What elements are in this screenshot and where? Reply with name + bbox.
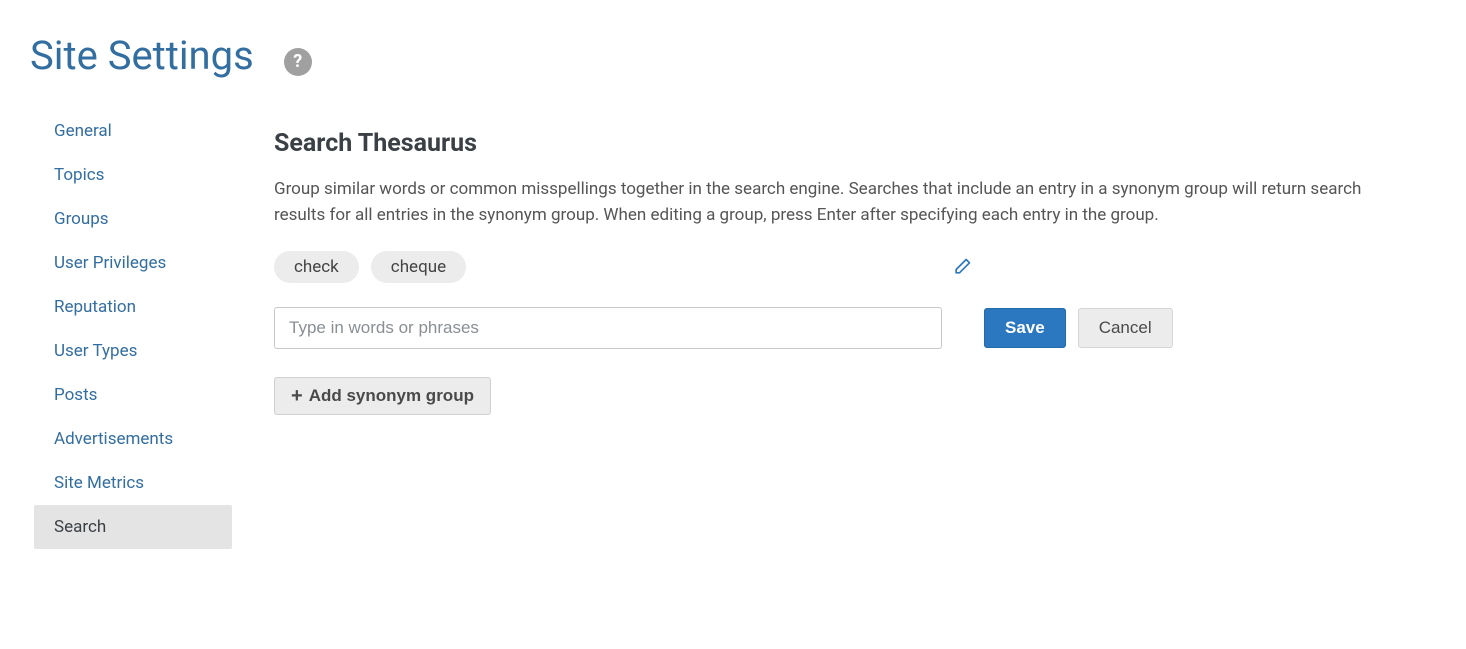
sidebar-item-reputation[interactable]: Reputation — [34, 285, 232, 329]
synonym-input[interactable] — [274, 307, 942, 349]
cancel-button[interactable]: Cancel — [1078, 308, 1173, 348]
edit-icon[interactable] — [952, 257, 972, 277]
sidebar-item-topics[interactable]: Topics — [34, 153, 232, 197]
plus-icon: + — [291, 386, 303, 406]
page-title: Site Settings — [30, 32, 254, 79]
synonym-group-row: check cheque — [274, 251, 1392, 283]
main-content: Search Thesaurus Group similar words or … — [232, 109, 1392, 415]
add-synonym-group-button[interactable]: + Add synonym group — [274, 377, 491, 415]
sidebar-item-posts[interactable]: Posts — [34, 373, 232, 417]
section-title: Search Thesaurus — [274, 129, 1392, 158]
settings-sidebar: General Topics Groups User Privileges Re… — [34, 109, 232, 549]
sidebar-item-user-types[interactable]: User Types — [34, 329, 232, 373]
sidebar-item-advertisements[interactable]: Advertisements — [34, 417, 232, 461]
sidebar-item-general[interactable]: General — [34, 109, 232, 153]
synonym-chip: cheque — [371, 251, 466, 283]
synonym-input-row: Save Cancel — [274, 307, 1392, 349]
section-description: Group similar words or common misspellin… — [274, 176, 1392, 229]
sidebar-item-site-metrics[interactable]: Site Metrics — [34, 461, 232, 505]
sidebar-item-groups[interactable]: Groups — [34, 197, 232, 241]
save-button[interactable]: Save — [984, 308, 1066, 348]
synonym-chip: check — [274, 251, 359, 283]
help-icon[interactable]: ? — [284, 48, 312, 76]
sidebar-item-search[interactable]: Search — [34, 505, 232, 549]
sidebar-item-user-privileges[interactable]: User Privileges — [34, 241, 232, 285]
synonym-chips: check cheque — [274, 251, 466, 283]
add-group-label: Add synonym group — [309, 386, 474, 406]
